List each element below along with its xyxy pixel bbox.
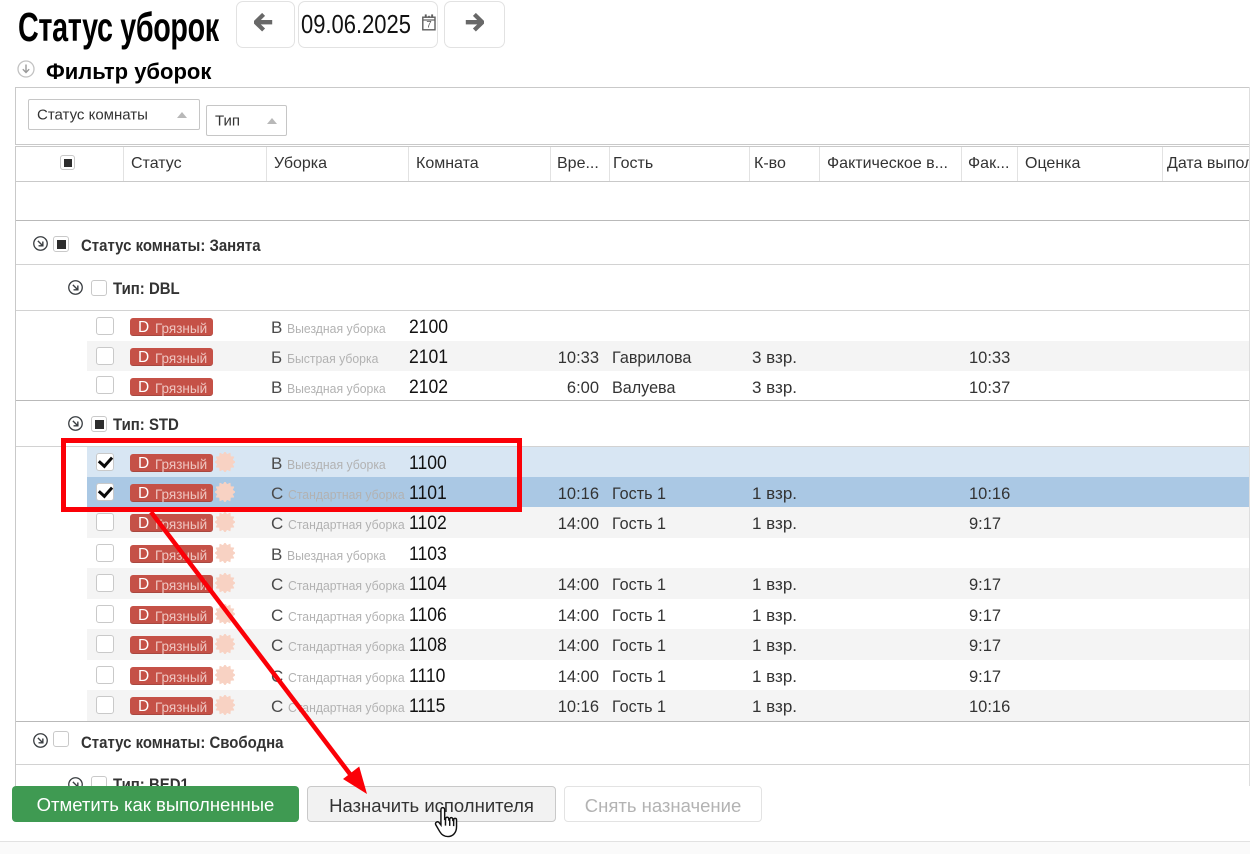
- svg-text:7: 7: [426, 20, 431, 31]
